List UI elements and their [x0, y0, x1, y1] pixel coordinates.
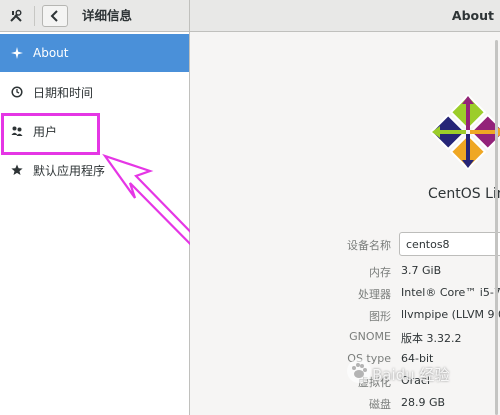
- sidebar-item-label: 默认应用程序: [33, 163, 106, 178]
- disk-value: 28.9 GB: [401, 396, 446, 409]
- highlight-box: [1, 113, 100, 155]
- device-name-input[interactable]: [399, 232, 500, 256]
- memory-label: 内存: [369, 266, 391, 279]
- sidebar-item-label: About: [33, 46, 69, 60]
- sidebar-header: 详细信息: [0, 0, 190, 32]
- tools-button[interactable]: [5, 5, 27, 27]
- scrollbar[interactable]: [492, 40, 500, 415]
- sidebar-item-datetime[interactable]: 日期和时间: [0, 73, 189, 111]
- clock-icon: [11, 86, 23, 98]
- centos-logo: [429, 93, 500, 171]
- graphics-label: 图形: [369, 310, 391, 323]
- baidu-paw-icon: [347, 359, 371, 383]
- page-title: About: [451, 8, 494, 23]
- gnome-value: 版本 3.32.2: [401, 332, 462, 345]
- star-icon: [11, 164, 23, 176]
- header-separator: [34, 6, 35, 26]
- back-button[interactable]: [42, 5, 68, 27]
- gnome-label: GNOME: [349, 330, 391, 343]
- watermark: Baidu 经验: [372, 366, 450, 384]
- main-header: About: [190, 0, 500, 32]
- sidebar-item-about[interactable]: About: [0, 34, 189, 72]
- sidebar-item-label: 日期和时间: [33, 85, 94, 100]
- sidebar-title: 详细信息: [82, 8, 133, 23]
- disk-label: 磁盘: [369, 398, 391, 411]
- processor-value: Intel® Core™ i5-740: [401, 286, 500, 299]
- processor-label: 处理器: [358, 288, 391, 301]
- tools-icon: [10, 9, 22, 22]
- device-name-label: 设备名称: [347, 239, 391, 252]
- chevron-left-icon: [50, 10, 58, 22]
- os-name: CentOS Lin: [428, 186, 500, 202]
- about-panel: CentOS Lin 设备名称 内存 3.7 GiB 处理器 Intel® Co…: [190, 32, 500, 415]
- sidebar: About 日期和时间 用户 默认应用程序: [0, 32, 190, 415]
- sparkle-icon: [11, 47, 23, 59]
- graphics-value: llvmpipe (LLVM 9.0.: [401, 308, 500, 321]
- memory-value: 3.7 GiB: [401, 264, 442, 277]
- sidebar-item-default-apps[interactable]: 默认应用程序: [0, 151, 189, 189]
